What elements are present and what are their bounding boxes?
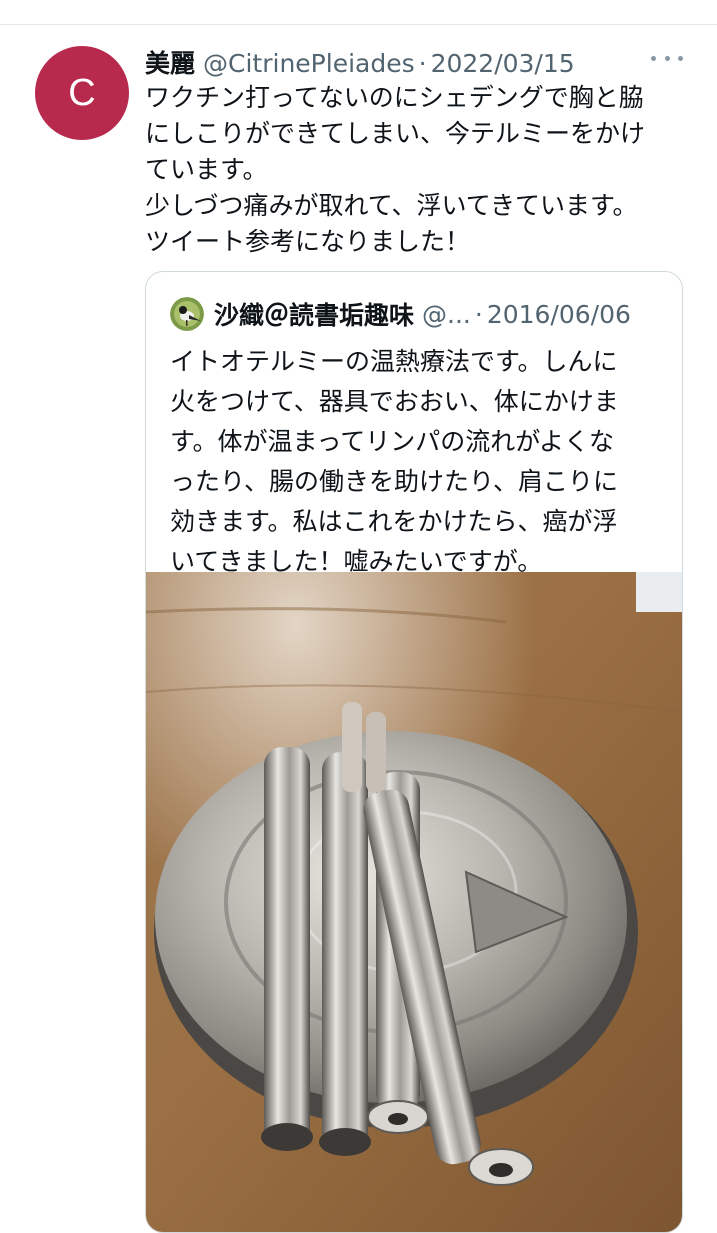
more-dot bbox=[664, 55, 670, 61]
quoted-tweet[interactable]: 沙織＠読書垢趣味 @... · 2016/06/06 イトオテルミーの温熱療法で… bbox=[145, 271, 683, 1233]
user-handle[interactable]: @CitrinePleiades bbox=[203, 49, 415, 78]
quoted-tweet-date: 2016/06/06 bbox=[486, 299, 631, 329]
quoted-tweet-header: 沙織＠読書垢趣味 @... · 2016/06/06 bbox=[170, 294, 666, 334]
quoted-user-handle: @... bbox=[422, 299, 471, 329]
quoted-display-name: 沙織＠読書垢趣味 bbox=[214, 301, 415, 330]
quoted-tweet-text: イトオテルミーの温熱療法です。しんに 火をつけて、器具でおおい、体にかけま す。… bbox=[170, 347, 619, 576]
avatar-letter: C bbox=[68, 71, 96, 114]
tweet-date[interactable]: 2022/03/15 bbox=[431, 49, 575, 78]
tweet-text: ワクチン打ってないのにシェデングで胸と脇 にしこりができてしまい、今テルミーをか… bbox=[145, 83, 646, 256]
more-dot bbox=[651, 55, 656, 61]
bird-avatar-icon bbox=[170, 297, 204, 331]
display-name[interactable]: 美麗 bbox=[145, 44, 195, 80]
more-options-icon[interactable] bbox=[651, 48, 683, 68]
tweet-header: 美麗 @CitrinePleiades · 2022/03/15 bbox=[145, 44, 657, 78]
top-divider bbox=[0, 24, 717, 25]
header-separator: · bbox=[418, 49, 427, 78]
avatar[interactable]: C bbox=[35, 46, 129, 140]
more-dot bbox=[678, 55, 683, 61]
quoted-tweet-photo[interactable] bbox=[146, 572, 682, 1232]
quoted-header-separator: · bbox=[474, 299, 483, 329]
